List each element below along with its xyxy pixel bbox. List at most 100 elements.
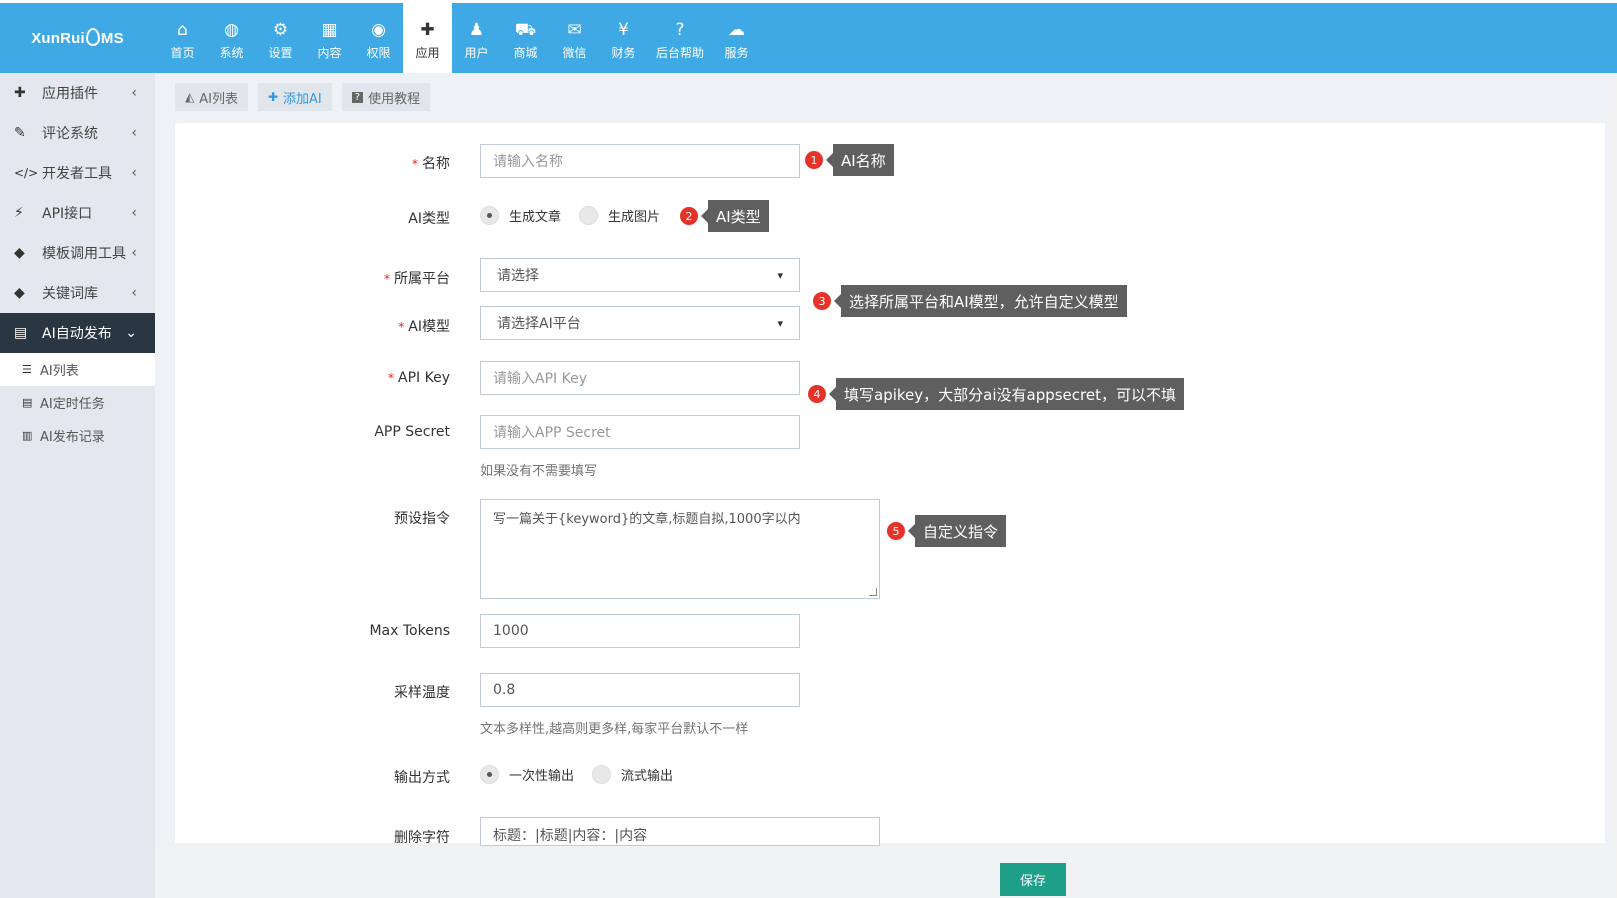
sidebar-item-label: 开发者工具 [42, 166, 112, 182]
help-icon: ? [675, 19, 685, 40]
annotation-badge-5: 5 [887, 522, 905, 540]
sidebar-item-keywords[interactable]: ◆ 关键词库 ‹ [0, 273, 155, 313]
radio-once[interactable] [480, 765, 499, 784]
wechat-icon: ✉ [567, 19, 582, 40]
nav-item-home[interactable]: ⌂ 首页 [158, 3, 207, 73]
annotation-tip-5: 自定义指令 [907, 515, 1007, 547]
sidebar: ✚ 应用插件 ‹ ✎ 评论系统 ‹ </> 开发者工具 ‹ ⚡ API接口 ‹ ◆ 模板调用工具 ‹… [0, 73, 163, 898]
nav-item-shop[interactable]: ⛟ 商城 [501, 3, 550, 73]
temperature-help: 文本多样性,越高则更多样,每家平台默认不一样 [480, 722, 749, 737]
nav-label: 权限 [366, 45, 391, 60]
prompt-textarea[interactable]: 写一篇关于{keyword}的文章,标题自拟,1000字以内 [480, 499, 880, 599]
radio-once-label[interactable]: 一次性输出 [509, 765, 574, 784]
temperature-input[interactable]: 0.8 [480, 673, 800, 707]
nav-item-wechat[interactable]: ✉ 微信 [550, 3, 599, 73]
radio-article[interactable] [480, 206, 499, 225]
tab-ai-list[interactable]: ◭ AI列表 [175, 83, 248, 111]
nav-label: 应用 [415, 45, 440, 60]
sidebar-subitem-ai-tasks[interactable]: ▤ AI定时任务 [0, 386, 155, 419]
page-scrollbar[interactable] [1609, 73, 1617, 898]
annotation-tip-3: 选择所属平台和AI模型，允许自定义模型 [834, 285, 1127, 317]
logo[interactable]: XunRui MS [0, 3, 155, 73]
temperature-label: 采样温度 [394, 685, 450, 701]
chevron-left-icon: ‹ [131, 285, 137, 301]
sidebar-item-api[interactable]: ⚡ API接口 ‹ [0, 193, 155, 233]
sidebar-item-dev-tools[interactable]: </> 开发者工具 ‹ [0, 153, 155, 193]
nav-label: 服务 [724, 45, 749, 60]
sidebar-item-app-plugins[interactable]: ✚ 应用插件 ‹ [0, 73, 155, 113]
annotation-tip-2: AI类型 [701, 200, 769, 232]
plug-icon: ⚡ [14, 205, 24, 221]
app-secret-help: 如果没有不需要填写 [480, 464, 598, 479]
sidebar-item-template-tools[interactable]: ◆ 模板调用工具 ‹ [0, 233, 155, 273]
nav-item-permission[interactable]: ◉ 权限 [354, 3, 403, 73]
platform-select[interactable]: 请选择 ▾ [480, 258, 800, 292]
nav-label: 商城 [513, 45, 538, 60]
user-icon: ♟ [468, 19, 485, 40]
output-label: 输出方式 [394, 770, 450, 786]
list-icon: ☰ [22, 363, 32, 376]
model-select-value: 请选择AI平台 [497, 316, 581, 332]
radio-stream-label[interactable]: 流式输出 [621, 765, 673, 784]
strip-chars-label: 删除字符 [394, 830, 450, 846]
logo-drop-icon [85, 28, 100, 46]
logo-text-left: XunRui [31, 29, 85, 47]
annotation-tip-4: 填写apikey，大部分ai没有appsecret，可以不填 [829, 378, 1184, 410]
max-tokens-label: Max Tokens [369, 623, 450, 639]
tab-tutorial[interactable]: ? 使用教程 [341, 83, 431, 111]
max-tokens-input[interactable]: 1000 [480, 614, 800, 648]
tasks-icon: ▤ [22, 396, 33, 409]
nav-item-content[interactable]: ▦ 内容 [305, 3, 354, 73]
nav-item-system[interactable]: ◍ 系统 [207, 3, 256, 73]
strip-chars-input[interactable]: 标题：|标题|内容：|内容 [480, 817, 880, 846]
annotation-tip-1: AI名称 [826, 144, 894, 176]
nav-item-service[interactable]: ☁ 服务 [712, 3, 761, 73]
sidebar-subitem-ai-list[interactable]: ☰ AI列表 [0, 353, 155, 386]
radio-image[interactable] [579, 206, 599, 225]
nav-item-finance[interactable]: ¥ 财务 [599, 3, 648, 73]
nav-item-help[interactable]: ? 后台帮助 [648, 3, 712, 73]
radio-article-label[interactable]: 生成文章 [509, 206, 561, 225]
annotation-badge-3: 3 [813, 292, 831, 310]
nav-item-settings[interactable]: ⚙ 设置 [256, 3, 305, 73]
model-select[interactable]: 请选择AI平台 ▾ [480, 306, 800, 340]
form-footer: 保存 [155, 846, 1617, 898]
api-key-input[interactable]: 请输入API Key [480, 361, 800, 395]
sidebar-item-label: 模板调用工具 [42, 246, 126, 262]
globe-icon: ◍ [224, 19, 239, 40]
cloud-icon: ☁ [728, 19, 745, 40]
name-label: * 名称 [412, 156, 450, 172]
nav-label: 微信 [562, 45, 587, 60]
save-button[interactable]: 保存 [1000, 863, 1066, 896]
grid-icon: ▦ [321, 19, 338, 40]
name-input[interactable]: 请输入名称 [480, 144, 800, 178]
home-icon: ⌂ [177, 19, 188, 40]
sidebar-subitem-ai-records[interactable]: ▥ AI发布记录 [0, 419, 155, 452]
radio-stream[interactable] [592, 765, 612, 784]
sidebar-subitem-label: AI列表 [40, 364, 79, 379]
puzzle-icon: ✚ [14, 85, 26, 101]
sidebar-item-ai-publish[interactable]: ▤ AI自动发布 ⌄ [0, 313, 163, 353]
code-icon: </> [14, 166, 39, 180]
ai-type-radio-group: 生成文章 生成图片 [480, 206, 660, 225]
top-navbar: XunRui MS ⌂ 首页 ◍ 系统 ⚙ 设置 ▦ 内容 ◉ 权限 ✚ 应用 ♟ 用户 ⛟ 商… [0, 3, 1617, 73]
nav-label: 内容 [317, 45, 342, 60]
sidebar-item-label: 关键词库 [42, 286, 98, 302]
annotation-badge-4: 4 [808, 385, 826, 403]
app-secret-input[interactable]: 请输入APP Secret [480, 415, 800, 449]
nav-item-apps[interactable]: ✚ 应用 [403, 3, 452, 73]
tab-label: 添加AI [283, 91, 322, 107]
gears-icon: ⚙ [272, 19, 289, 40]
main-nav: ⌂ 首页 ◍ 系统 ⚙ 设置 ▦ 内容 ◉ 权限 ✚ 应用 ♟ 用户 ⛟ 商城 ✉ 微信 ¥ 财务 … [158, 3, 761, 73]
app-secret-label: APP Secret [374, 424, 450, 440]
nav-label: 首页 [170, 45, 195, 60]
nav-item-users[interactable]: ♟ 用户 [452, 3, 501, 73]
sidebar-item-comments[interactable]: ✎ 评论系统 ‹ [0, 113, 155, 153]
tab-label: AI列表 [199, 91, 238, 107]
radio-image-label[interactable]: 生成图片 [608, 206, 660, 225]
tab-label: 使用教程 [368, 91, 421, 107]
puzzle-icon: ✚ [420, 19, 435, 40]
tab-add-ai[interactable]: ✚ 添加AI [257, 83, 332, 111]
chevron-left-icon: ‹ [131, 85, 137, 101]
resize-grip-icon[interactable] [869, 588, 877, 596]
